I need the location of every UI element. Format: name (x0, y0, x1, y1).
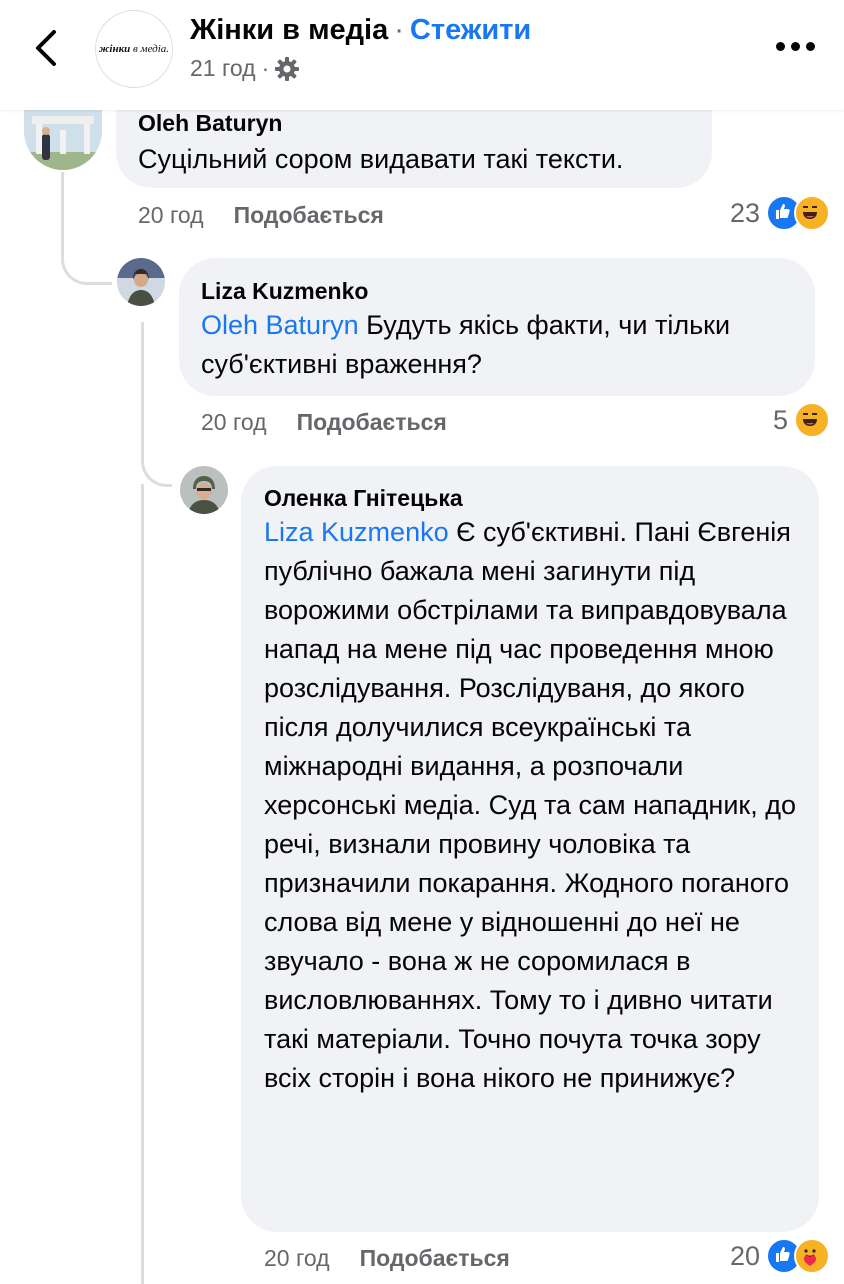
comment-text: Суцільний сором видавати такі тексти. (138, 144, 624, 174)
post-header: жінки в медіа. Жінки в медіа · Стежити 21 … (0, 0, 844, 110)
post-time[interactable]: 21 год (190, 55, 256, 82)
haha-icon (794, 402, 830, 438)
comment-meta: 20 год Подобається (138, 202, 384, 229)
reactions-summary[interactable]: 5 (773, 402, 830, 438)
post-meta: 21 год · (190, 55, 300, 82)
reactions-summary[interactable]: 20 (730, 1238, 830, 1274)
mention-link[interactable]: Oleh Baturyn (201, 310, 359, 340)
page-logo: жінки в медіа. (98, 43, 170, 55)
page-name[interactable]: Жінки в медіа (190, 14, 388, 46)
care-icon (794, 1238, 830, 1274)
comment-time[interactable]: 20 год (138, 202, 204, 228)
comment-author[interactable]: Оленка Гнітецька (264, 485, 463, 512)
comment-meta: 20 год Подобається (201, 409, 447, 436)
gear-icon (275, 56, 300, 81)
avatar-olenka[interactable] (180, 466, 228, 514)
comment-time[interactable]: 20 год (201, 409, 267, 435)
page-avatar[interactable]: жінки в медіа. (95, 10, 173, 88)
more-dot-icon (806, 41, 815, 51)
like-button[interactable]: Подобається (360, 1245, 510, 1271)
comment-body: Є суб'єктивні. Пані Євгенія публічно баж… (264, 517, 797, 1093)
reaction-count: 23 (729, 197, 760, 228)
comment-text: Liza Kuzmenko Є суб'єктивні. Пані Євгені… (264, 513, 804, 1098)
mention-link[interactable]: Liza Kuzmenko (264, 517, 449, 547)
like-button[interactable]: Подобається (297, 409, 447, 435)
more-dot-icon (791, 41, 800, 51)
reaction-count: 20 (729, 1240, 760, 1271)
avatar-oleh[interactable] (24, 110, 102, 170)
haha-icon (794, 195, 830, 231)
comment-author[interactable]: Oleh Baturyn (138, 110, 282, 137)
thread-line (141, 484, 144, 1284)
thread-line (61, 172, 112, 285)
title-separator: · (394, 14, 404, 46)
comment-meta: 20 год Подобається (264, 1245, 510, 1272)
more-options-button[interactable] (776, 36, 816, 56)
reactions-summary[interactable]: 23 (730, 195, 830, 231)
reaction-count: 5 (772, 404, 788, 435)
page-title: Жінки в медіа · Стежити (190, 14, 531, 47)
follow-button[interactable]: Стежити (410, 14, 531, 46)
comment-text: Oleh Baturyn Будуть якісь факти, чи тіль… (201, 306, 801, 384)
more-dot-icon (776, 41, 785, 51)
like-button[interactable]: Подобається (234, 202, 384, 228)
comment-author[interactable]: Liza Kuzmenko (201, 278, 368, 305)
comment-time[interactable]: 20 год (264, 1245, 330, 1271)
avatar-liza[interactable] (117, 258, 165, 306)
back-arrow-icon[interactable] (30, 28, 64, 68)
thread-line (141, 322, 172, 487)
meta-separator: · (261, 55, 270, 81)
